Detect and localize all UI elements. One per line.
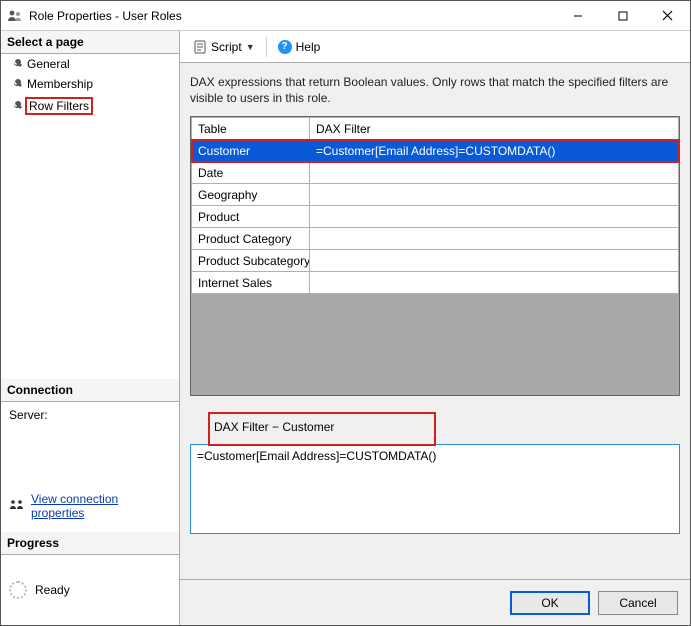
wrench-icon bbox=[11, 78, 23, 90]
cell-dax[interactable] bbox=[310, 250, 679, 272]
role-properties-window: Role Properties - User Roles Select a pa… bbox=[0, 0, 691, 626]
close-button[interactable] bbox=[645, 1, 690, 31]
dax-editor-input[interactable] bbox=[190, 444, 680, 534]
cell-dax[interactable] bbox=[310, 272, 679, 294]
cell-table[interactable]: Internet Sales bbox=[192, 272, 310, 294]
page-label: General bbox=[27, 57, 70, 71]
cell-table[interactable]: Customer bbox=[192, 140, 310, 162]
page-label: Row Filters bbox=[25, 97, 93, 115]
server-label: Server: bbox=[9, 408, 171, 422]
page-label: Membership bbox=[27, 77, 93, 91]
select-page-header: Select a page bbox=[1, 31, 179, 54]
table-row[interactable]: Geography bbox=[192, 184, 679, 206]
cell-dax[interactable]: =Customer[Email Address]=CUSTOMDATA() bbox=[310, 140, 679, 162]
dialog-button-bar: OK Cancel bbox=[180, 579, 690, 625]
col-header-table[interactable]: Table bbox=[192, 118, 310, 140]
role-icon bbox=[7, 8, 23, 24]
ok-button[interactable]: OK bbox=[510, 591, 590, 615]
script-button[interactable]: Script ▼ bbox=[188, 37, 260, 57]
help-label: Help bbox=[296, 40, 321, 54]
table-row[interactable]: Internet Sales bbox=[192, 272, 679, 294]
content-toolbar: Script ▼ ? Help bbox=[180, 31, 690, 63]
page-general[interactable]: General bbox=[1, 54, 179, 74]
table-row[interactable]: Product Subcategory bbox=[192, 250, 679, 272]
cancel-button[interactable]: Cancel bbox=[598, 591, 678, 615]
main-panel: Script ▼ ? Help DAX expressions that ret… bbox=[180, 31, 690, 625]
wrench-icon bbox=[11, 100, 23, 112]
progress-spinner-icon bbox=[9, 581, 27, 599]
chevron-down-icon: ▼ bbox=[246, 42, 255, 52]
connection-icon bbox=[9, 499, 25, 513]
script-icon bbox=[193, 40, 207, 54]
script-label: Script bbox=[211, 40, 242, 54]
progress-status: Ready bbox=[35, 583, 70, 597]
help-button[interactable]: ? Help bbox=[273, 37, 326, 57]
help-icon: ? bbox=[278, 40, 292, 54]
dax-editor-label: DAX Filter − Customer bbox=[190, 420, 680, 434]
cell-table[interactable]: Product Category bbox=[192, 228, 310, 250]
wrench-icon bbox=[11, 58, 23, 70]
view-connection-link[interactable]: View connection properties bbox=[31, 492, 171, 520]
cell-dax[interactable] bbox=[310, 228, 679, 250]
dax-filters-grid: Table DAX Filter Customer=Customer[Email… bbox=[190, 116, 680, 396]
connection-header: Connection bbox=[1, 379, 179, 402]
sidebar: Select a page General Membership bbox=[1, 31, 180, 625]
cell-table[interactable]: Product bbox=[192, 206, 310, 228]
table-row[interactable]: Product Category bbox=[192, 228, 679, 250]
titlebar: Role Properties - User Roles bbox=[1, 1, 690, 31]
col-header-dax[interactable]: DAX Filter bbox=[310, 118, 679, 140]
cell-table[interactable]: Product Subcategory bbox=[192, 250, 310, 272]
page-description: DAX expressions that return Boolean valu… bbox=[190, 75, 680, 106]
minimize-button[interactable] bbox=[555, 1, 600, 31]
cell-dax[interactable] bbox=[310, 206, 679, 228]
cell-table[interactable]: Date bbox=[192, 162, 310, 184]
cell-table[interactable]: Geography bbox=[192, 184, 310, 206]
table-row[interactable]: Customer=Customer[Email Address]=CUSTOMD… bbox=[192, 140, 679, 162]
table-row[interactable]: Product bbox=[192, 206, 679, 228]
progress-header: Progress bbox=[1, 532, 179, 555]
maximize-button[interactable] bbox=[600, 1, 645, 31]
page-membership[interactable]: Membership bbox=[1, 74, 179, 94]
window-title: Role Properties - User Roles bbox=[29, 9, 182, 23]
page-row-filters[interactable]: Row Filters bbox=[1, 94, 179, 118]
cell-dax[interactable] bbox=[310, 162, 679, 184]
cell-dax[interactable] bbox=[310, 184, 679, 206]
table-row[interactable]: Date bbox=[192, 162, 679, 184]
